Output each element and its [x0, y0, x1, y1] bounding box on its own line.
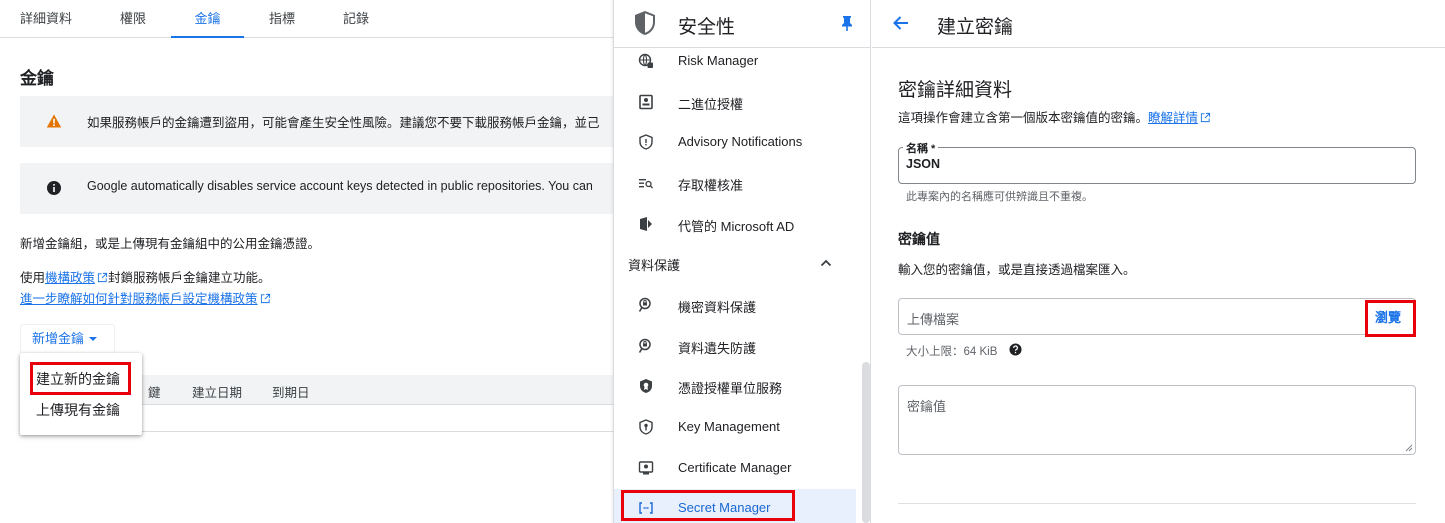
shield-key-icon: [639, 419, 653, 435]
nav-label: 存取權核准: [678, 178, 744, 193]
caret-down-icon: [89, 337, 98, 341]
tab-details[interactable]: 詳細資料: [20, 0, 72, 38]
nav-item-binary-authorization[interactable]: 二進位授權: [614, 83, 856, 121]
upload-file-field[interactable]: [898, 298, 1416, 335]
badge-icon: [639, 94, 653, 110]
nav-item-key-management[interactable]: Key Management: [614, 408, 856, 446]
security-nav: 安全性 Risk Manager 二進位授權 Advisory Notifica…: [613, 0, 871, 523]
tab-metrics[interactable]: 指標: [268, 0, 296, 38]
nav-item-risk-manager[interactable]: Risk Manager: [614, 42, 856, 80]
globe-icon: [638, 53, 653, 68]
page-title: 建立密鑰: [937, 17, 1014, 38]
external-link-icon: [260, 293, 270, 304]
nav-label: 資料遺失防護: [678, 341, 757, 356]
nav-label: 機密資料保護: [678, 300, 757, 315]
secret-details-title: 密鑰詳細資料: [898, 80, 1013, 101]
shield-info-icon: [639, 134, 653, 150]
highlight-browse: [1365, 300, 1416, 337]
help-icon[interactable]: [1009, 343, 1022, 356]
external-link-icon: [97, 272, 108, 283]
service-account-keys-panel: 詳細資料 權限 金鑰 指標 記錄 金鑰 如果服務帳戶的金鑰遭到盜用，可能會產生安…: [0, 0, 613, 523]
certificate-icon: [638, 461, 654, 475]
microsoft-ad-icon: [640, 217, 652, 231]
chevron-up-icon[interactable]: [820, 259, 832, 267]
search-lock-icon: [638, 297, 651, 312]
nav-label: 二進位授權: [678, 97, 744, 112]
tab-permissions[interactable]: 權限: [118, 0, 148, 38]
nav-scrollbar[interactable]: [862, 362, 870, 523]
name-field-label: 名稱 *: [903, 140, 939, 156]
secret-value-placeholder: 密鑰值: [907, 399, 947, 414]
warning-icon: [46, 114, 62, 128]
add-key-button[interactable]: 新增金鑰: [20, 324, 115, 354]
secret-details-description: 這項操作會建立含第一個版本密鑰值的密鑰。瞭解詳情: [898, 107, 1211, 126]
shield-icon: [635, 11, 655, 35]
column-created: 建立日期: [192, 386, 243, 400]
nav-label: 憑證授權單位服務: [678, 381, 783, 396]
name-field-value[interactable]: JSON: [906, 157, 940, 171]
highlight-create-key: [30, 362, 131, 395]
nav-group-data-protection[interactable]: 資料保護: [628, 255, 680, 274]
info-banner: Google automatically disables service ac…: [20, 163, 613, 214]
nav-item-sensitive-data-protection[interactable]: 機密資料保護: [614, 286, 856, 324]
search-lock-icon: [638, 338, 651, 353]
tab-keys[interactable]: 金鑰: [171, 0, 244, 38]
name-field[interactable]: [898, 147, 1416, 184]
warning-text: 如果服務帳戶的金鑰遭到盜用，可能會產生安全性風險。建議您不要下載服務帳戶金鑰，並…: [87, 116, 600, 130]
org-policy-suffix: 封鎖服務帳戶金鑰建立功能。: [108, 271, 271, 285]
shield-badge-icon: [640, 379, 652, 393]
nav-label: Risk Manager: [678, 53, 759, 68]
back-arrow-icon[interactable]: [892, 14, 910, 32]
section-title: 金鑰: [20, 69, 54, 88]
nav-header: 安全性: [614, 0, 870, 48]
nav-label: Advisory Notifications: [678, 134, 803, 149]
pin-icon[interactable]: [841, 15, 853, 31]
nav-item-advisory-notifications[interactable]: Advisory Notifications: [614, 123, 856, 161]
add-key-description: 新增金鑰組，或是上傳現有金鑰組中的公用金鑰憑證。: [20, 237, 321, 251]
nav-label: Certificate Manager: [678, 460, 792, 475]
nav-item-certificate-manager[interactable]: Certificate Manager: [614, 449, 856, 487]
column-expires: 到期日: [272, 386, 310, 400]
warning-banner: 如果服務帳戶的金鑰遭到盜用，可能會產生安全性風險。建議您不要下載服務帳戶金鑰，並…: [20, 96, 613, 147]
nav-item-access-approval[interactable]: 存取權核准: [614, 164, 856, 202]
nav-item-certificate-authority-service[interactable]: 憑證授權單位服務: [614, 367, 856, 405]
size-limit: 大小上限：64 KiB: [906, 346, 998, 358]
highlight-secret-manager: [621, 490, 795, 521]
info-text: Google automatically disables service ac…: [87, 179, 593, 193]
list-search-icon: [639, 179, 653, 189]
learn-org-policy-line: 進一步瞭解如何針對服務帳戶設定機構政策: [20, 288, 271, 307]
org-policy-line: 使用機構政策 封鎖服務帳戶金鑰建立功能。: [20, 267, 271, 286]
nav-item-data-loss-prevention[interactable]: 資料遺失防護: [614, 327, 856, 365]
nav-item-managed-microsoft-ad[interactable]: 代管的 Microsoft AD: [614, 205, 856, 243]
create-secret-panel: 建立密鑰 密鑰詳細資料 這項操作會建立含第一個版本密鑰值的密鑰。瞭解詳情 名稱 …: [872, 0, 1445, 523]
nav-title: 安全性: [678, 17, 736, 38]
secret-value-description: 輸入您的密鑰值，或是直接透過檔案匯入。: [898, 263, 1136, 277]
nav-label: Key Management: [678, 419, 780, 434]
panel-header: 建立密鑰: [872, 0, 1445, 48]
name-hint: 此專案內的名稱應可供辨識且不重複。: [906, 191, 1093, 203]
learn-org-policy-link[interactable]: 進一步瞭解如何針對服務帳戶設定機構政策: [20, 292, 258, 306]
divider: [898, 503, 1416, 504]
column-key: 鍵: [148, 386, 161, 400]
screenshot-root: 詳細資料 權限 金鑰 指標 記錄 金鑰 如果服務帳戶的金鑰遭到盜用，可能會產生安…: [0, 0, 1445, 523]
tab-bar: 詳細資料 權限 金鑰 指標 記錄: [0, 0, 613, 38]
tab-logs[interactable]: 記錄: [342, 0, 370, 38]
nav-label: 代管的 Microsoft AD: [678, 219, 795, 234]
secret-value-title: 密鑰值: [898, 231, 940, 247]
learn-more-link[interactable]: 瞭解詳情: [1148, 111, 1198, 125]
details-desc-text: 這項操作會建立含第一個版本密鑰值的密鑰。: [898, 111, 1149, 125]
secret-value-textarea[interactable]: [898, 385, 1416, 455]
org-policy-prefix: 使用: [20, 271, 46, 285]
external-link-icon: [1200, 112, 1211, 123]
org-policy-link[interactable]: 機構政策: [45, 271, 95, 285]
menu-upload-existing-key[interactable]: 上傳現有金鑰: [20, 395, 142, 425]
add-key-label: 新增金鑰: [32, 331, 85, 346]
upload-file-placeholder: 上傳檔案: [907, 312, 960, 327]
info-icon: [47, 181, 61, 195]
resize-grip-icon[interactable]: [1405, 444, 1413, 452]
